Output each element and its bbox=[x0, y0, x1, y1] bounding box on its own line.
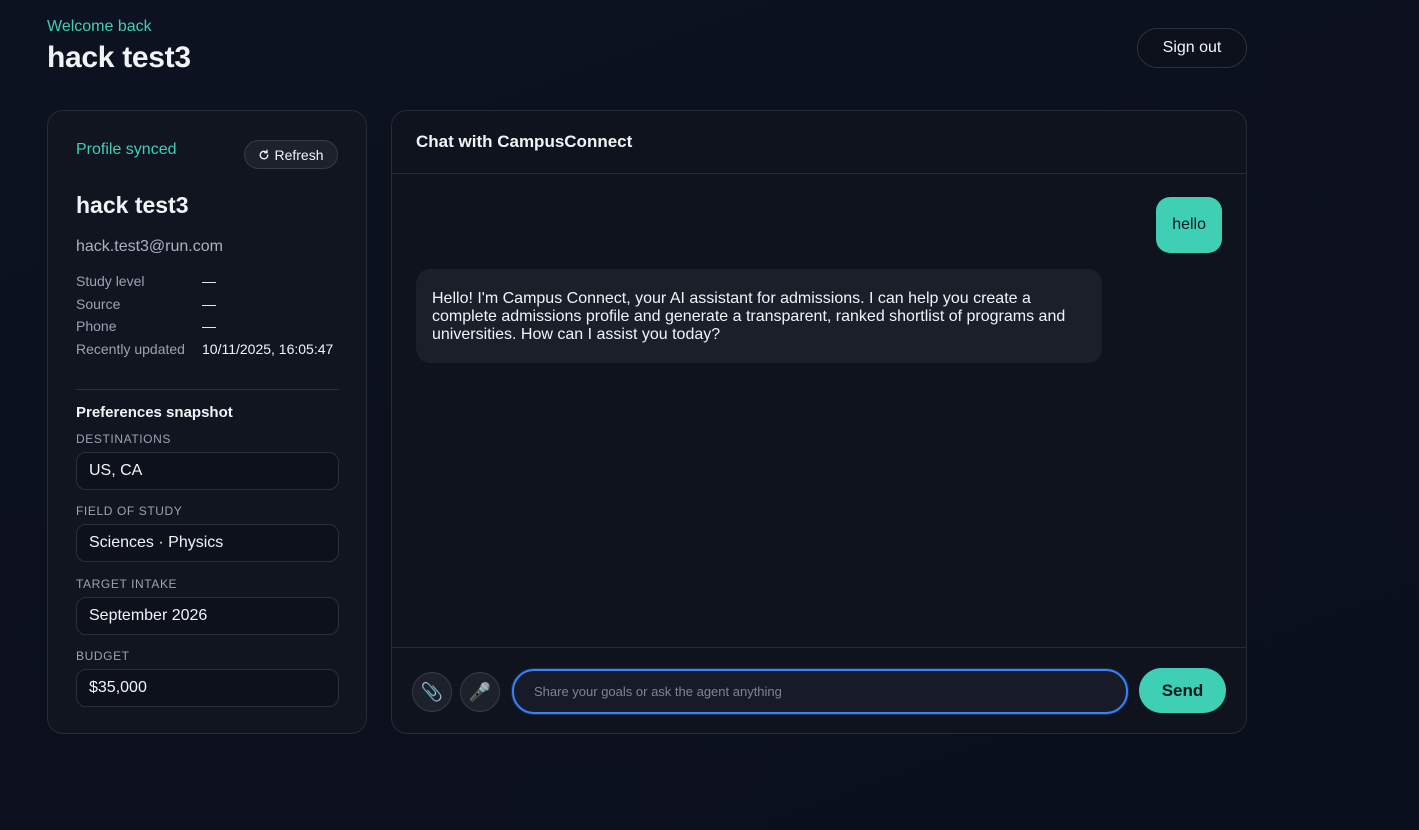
info-value: — bbox=[202, 273, 216, 289]
info-row-recently-updated: Recently updated 10/11/2025, 16:05:47 bbox=[76, 340, 339, 358]
target-intake-field: September 2026 bbox=[76, 597, 339, 635]
chat-panel: Chat with CampusConnect hello Hello! I'm… bbox=[391, 110, 1247, 734]
info-key: Study level bbox=[76, 273, 145, 289]
info-value: — bbox=[202, 318, 216, 334]
pref-target-intake: TARGET INTAKE September 2026 bbox=[76, 577, 339, 635]
send-button[interactable]: Send bbox=[1139, 668, 1226, 713]
info-value: 10/11/2025, 16:05:47 bbox=[202, 340, 334, 357]
field-label: FIELD OF STUDY bbox=[76, 504, 183, 518]
microphone-icon: 🎤 bbox=[468, 681, 492, 702]
profile-panel: Profile synced Refresh hack test3 hack.t… bbox=[47, 110, 367, 734]
info-key: Recently updated bbox=[76, 340, 185, 357]
refresh-label: Refresh bbox=[274, 146, 324, 163]
welcome-text: Welcome back bbox=[47, 18, 152, 35]
pref-field-of-study: FIELD OF STUDY Sciences · Physics bbox=[76, 504, 339, 562]
field-label: DESTINATIONS bbox=[76, 432, 171, 446]
info-row-study-level: Study level — bbox=[76, 272, 339, 290]
divider bbox=[76, 389, 339, 390]
profile-status: Profile synced bbox=[76, 141, 177, 158]
field-label: TARGET INTAKE bbox=[76, 577, 178, 591]
field-label: BUDGET bbox=[76, 649, 130, 663]
profile-email: hack.test3@run.com bbox=[76, 238, 223, 255]
info-row-phone: Phone — bbox=[76, 317, 339, 335]
chat-composer: 📎 🎤 Send bbox=[392, 647, 1246, 733]
info-key: Source bbox=[76, 295, 121, 312]
info-key: Phone bbox=[76, 318, 117, 334]
pref-destinations: DESTINATIONS US, CA bbox=[76, 432, 339, 490]
page-header: Welcome back hack test3 bbox=[47, 17, 191, 75]
attach-button[interactable]: 📎 bbox=[412, 672, 452, 712]
pref-budget: BUDGET $35,000 bbox=[76, 649, 339, 707]
info-row-source: Source — bbox=[76, 295, 339, 313]
paperclip-icon: 📎 bbox=[420, 681, 444, 702]
profile-info-list: Study level — Source — Phone — Recently … bbox=[76, 272, 339, 362]
page-title: hack test3 bbox=[47, 41, 191, 74]
destinations-field: US, CA bbox=[76, 452, 339, 490]
refresh-button[interactable]: Refresh bbox=[244, 140, 338, 169]
refresh-icon bbox=[260, 149, 269, 159]
budget-field: $35,000 bbox=[76, 669, 339, 707]
microphone-button[interactable]: 🎤 bbox=[460, 672, 500, 712]
info-value: — bbox=[202, 295, 216, 312]
user-message: hello bbox=[1156, 197, 1222, 253]
sign-out-button[interactable]: Sign out bbox=[1137, 28, 1247, 68]
field-of-study-field: Sciences · Physics bbox=[76, 524, 339, 562]
chat-title: Chat with CampusConnect bbox=[392, 111, 1246, 174]
profile-name: hack test3 bbox=[76, 192, 189, 218]
preferences-title: Preferences snapshot bbox=[76, 404, 233, 421]
assistant-message: Hello! I'm Campus Connect, your AI assis… bbox=[416, 269, 1102, 363]
chat-input[interactable] bbox=[512, 669, 1128, 714]
